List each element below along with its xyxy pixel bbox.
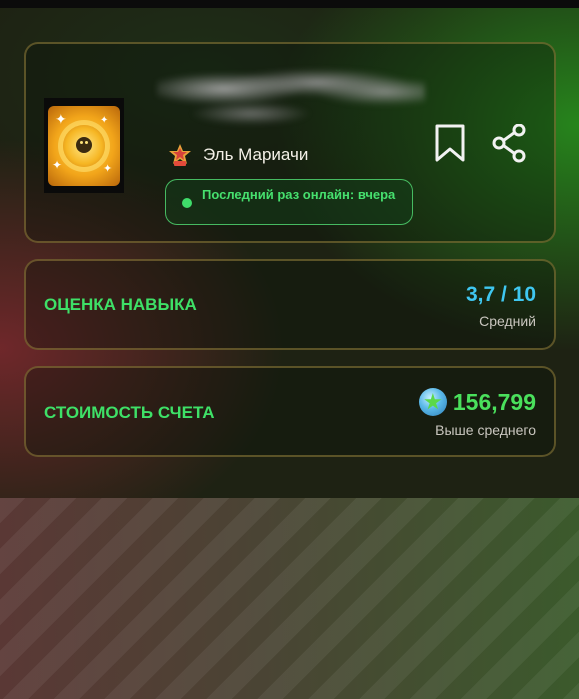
brawler-info: Эль Мариачи bbox=[167, 142, 308, 168]
online-status-text: Последний раз онлайн: вчера bbox=[202, 187, 396, 202]
brawler-name: Эль Мариачи bbox=[203, 145, 309, 164]
skill-rating-text: Средний bbox=[479, 313, 536, 329]
account-value-amount: 156,799 bbox=[452, 388, 536, 415]
account-value-card: СТОИМОСТЬ СЧЕТА 156,799 Выше среднего bbox=[24, 366, 556, 457]
share-icon[interactable] bbox=[492, 123, 528, 164]
avatar-icon: ✦ ✦ ✦ ✦ bbox=[48, 105, 120, 186]
rank-badge-icon bbox=[167, 142, 193, 168]
skill-rating-value: 3,7 / 10 Средний bbox=[466, 283, 536, 329]
player-name-redacted bbox=[157, 64, 425, 126]
online-status-badge: Последний раз онлайн: вчера bbox=[165, 179, 413, 225]
account-value-rating: Выше среднего bbox=[435, 422, 536, 438]
online-dot-icon bbox=[182, 198, 192, 208]
bookmark-icon[interactable] bbox=[432, 123, 468, 163]
background-pattern bbox=[0, 498, 579, 699]
skill-rating-label: ОЦЕНКА НАВЫКА bbox=[44, 295, 197, 314]
skill-score: 3,7 / 10 bbox=[465, 283, 536, 306]
top-bar bbox=[0, 0, 579, 8]
player-avatar[interactable]: ✦ ✦ ✦ ✦ bbox=[44, 98, 124, 193]
account-value-label: СТОИМОСТЬ СЧЕТА bbox=[44, 403, 215, 422]
profile-card: ✦ ✦ ✦ ✦ Эль Мариачи Последний раз онлайн… bbox=[24, 42, 556, 243]
skill-rating-card: ОЦЕНКА НАВЫКА 3,7 / 10 Средний bbox=[24, 259, 556, 350]
account-value-info: 156,799 Выше среднего bbox=[418, 388, 536, 438]
gem-icon bbox=[418, 388, 447, 416]
